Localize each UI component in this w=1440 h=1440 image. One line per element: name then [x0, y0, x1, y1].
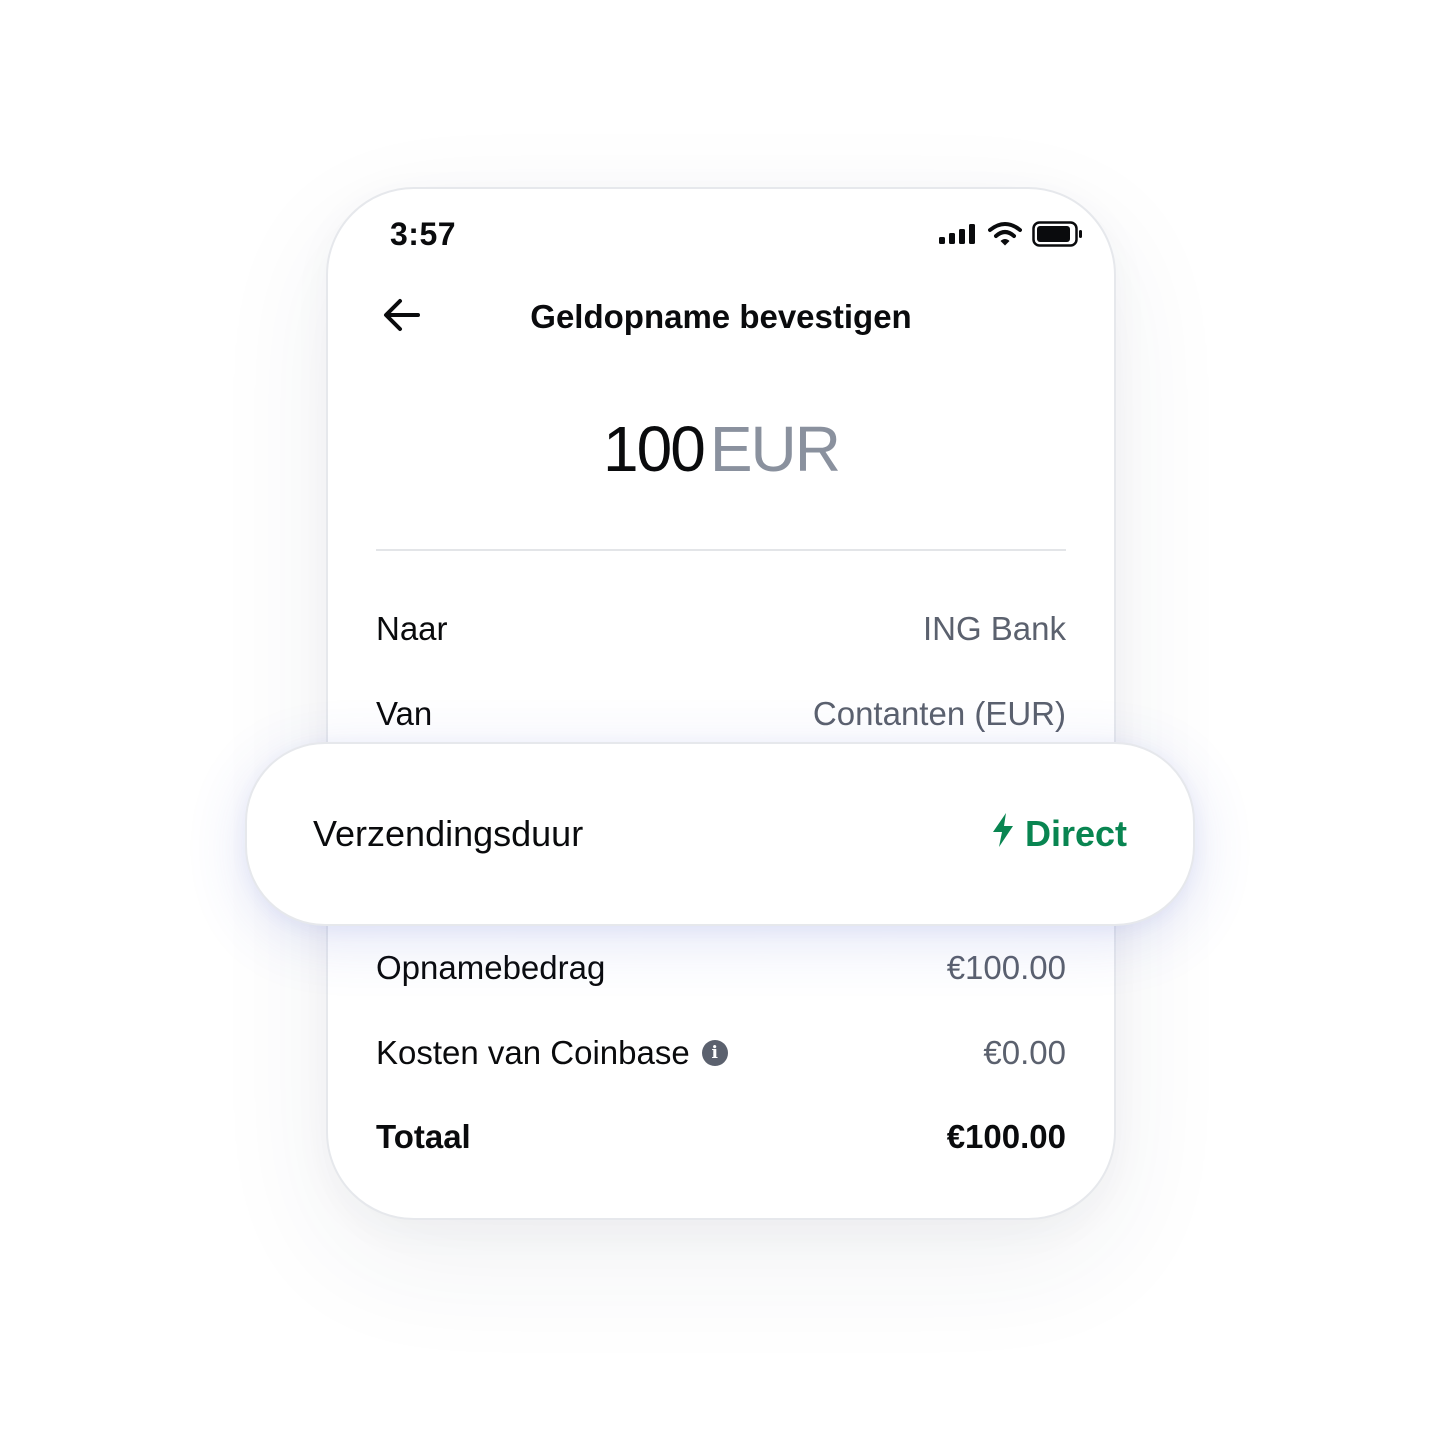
- row-to: Naar ING Bank: [376, 605, 1066, 653]
- total-label: Totaal: [376, 1118, 471, 1155]
- from-value: Contanten (EUR): [812, 695, 1066, 732]
- amount-value: 100: [603, 413, 706, 485]
- fee-label-group: Kosten van Coinbase i: [376, 1034, 728, 1072]
- row-from: Van Contanten (EUR): [376, 690, 1066, 738]
- withdraw-amount-value: €100.00: [946, 949, 1066, 986]
- transfer-time-card: Verzendingsduur Direct: [245, 742, 1195, 926]
- row-withdraw-amount: Opnamebedrag €100.00: [376, 944, 1066, 992]
- row-fee: Kosten van Coinbase i €0.00: [376, 1029, 1066, 1077]
- to-label: Naar: [376, 610, 448, 647]
- battery-icon: [1032, 221, 1084, 247]
- transfer-time-value-group: Direct: [991, 812, 1127, 857]
- page-title: Geldopname bevestigen: [530, 298, 912, 335]
- phone-screen: 3:57 Geldopname bevestigen 100EUR Naar I…: [326, 187, 1116, 1220]
- status-icons: [938, 221, 1084, 247]
- transfer-time-label: Verzendingsduur: [313, 813, 584, 854]
- lightning-icon: [991, 812, 1015, 857]
- fee-value: €0.00: [983, 1034, 1066, 1071]
- divider: [376, 549, 1066, 551]
- from-label: Van: [376, 695, 433, 732]
- amount-display: 100EUR: [328, 411, 1114, 487]
- to-value: ING Bank: [922, 610, 1066, 647]
- status-time: 3:57: [390, 216, 457, 252]
- fee-label: Kosten van Coinbase: [376, 1034, 690, 1071]
- amount-currency: EUR: [709, 413, 841, 485]
- row-total: Totaal €100.00: [376, 1113, 1066, 1161]
- transfer-time-value: Direct: [1024, 813, 1127, 854]
- signal-icon: [938, 223, 978, 245]
- total-value: €100.00: [946, 1118, 1066, 1155]
- info-icon[interactable]: i: [701, 1040, 728, 1066]
- wifi-icon: [988, 221, 1022, 247]
- stage: 3:57 Geldopname bevestigen 100EUR Naar I…: [0, 0, 1440, 1440]
- withdraw-amount-label: Opnamebedrag: [376, 949, 606, 986]
